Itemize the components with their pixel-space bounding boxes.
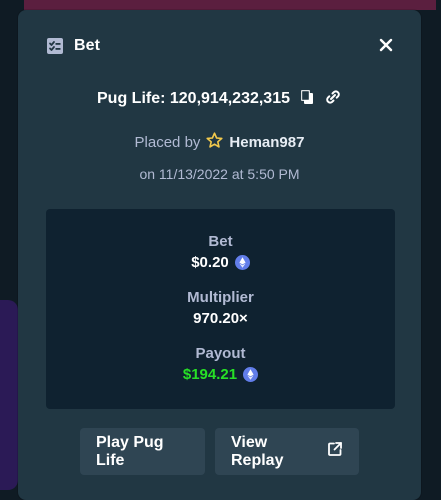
close-icon (379, 38, 393, 57)
background-top-strip (24, 0, 436, 10)
payout-label: Payout (195, 345, 246, 362)
game-id-text: Pug Life: 120,914,232,315 (97, 90, 290, 107)
ethereum-icon (234, 255, 250, 270)
link-icon (324, 88, 342, 111)
multiplier-label: Multiplier (187, 289, 254, 306)
copy-button[interactable] (298, 89, 316, 110)
placed-by-prefix: Placed by (134, 133, 201, 151)
play-game-label: Play Pug Life (96, 433, 164, 469)
link-button[interactable] (324, 88, 342, 111)
payout-stat: Payout $194.21 (46, 345, 395, 383)
bet-value: $0.20 (191, 254, 229, 271)
multiplier-stat: Multiplier 970.20× (46, 289, 395, 327)
payout-value: $194.21 (182, 366, 238, 383)
external-link-icon (327, 441, 343, 462)
view-replay-button[interactable]: View Replay (215, 428, 359, 475)
game-line: Pug Life: 120,914,232,315 (18, 89, 421, 109)
payout-value-row: $194.21 (182, 366, 259, 383)
ethereum-icon (243, 367, 259, 382)
play-game-button[interactable]: Play Pug Life (80, 428, 205, 475)
copy-icon (299, 89, 315, 110)
view-replay-label: View Replay (231, 433, 284, 469)
bet-modal: Bet Pug Life: 120,914,232,315 Placed by … (18, 10, 421, 500)
multiplier-value-row: 970.20× (193, 310, 248, 327)
background-left-panel (0, 300, 18, 490)
multiplier-value: 970.20× (193, 310, 248, 327)
close-button[interactable] (375, 36, 397, 58)
placed-date: on 11/13/2022 at 5:50 PM (139, 166, 300, 182)
bet-stat: Bet $0.20 (46, 233, 395, 271)
modal-header: Bet (46, 36, 100, 56)
bet-slip-icon (46, 37, 64, 55)
bet-value-row: $0.20 (191, 254, 250, 271)
bet-stats-panel: Bet $0.20 Multiplier 970.20× Payout $194… (46, 209, 395, 409)
modal-title: Bet (74, 37, 101, 54)
bet-label: Bet (208, 233, 233, 250)
username-link[interactable]: Heman987 (229, 134, 304, 151)
star-icon (206, 131, 224, 153)
modal-actions: Play Pug Life View Replay (80, 428, 359, 475)
placed-by-line: Placed by Heman987 (18, 131, 421, 153)
